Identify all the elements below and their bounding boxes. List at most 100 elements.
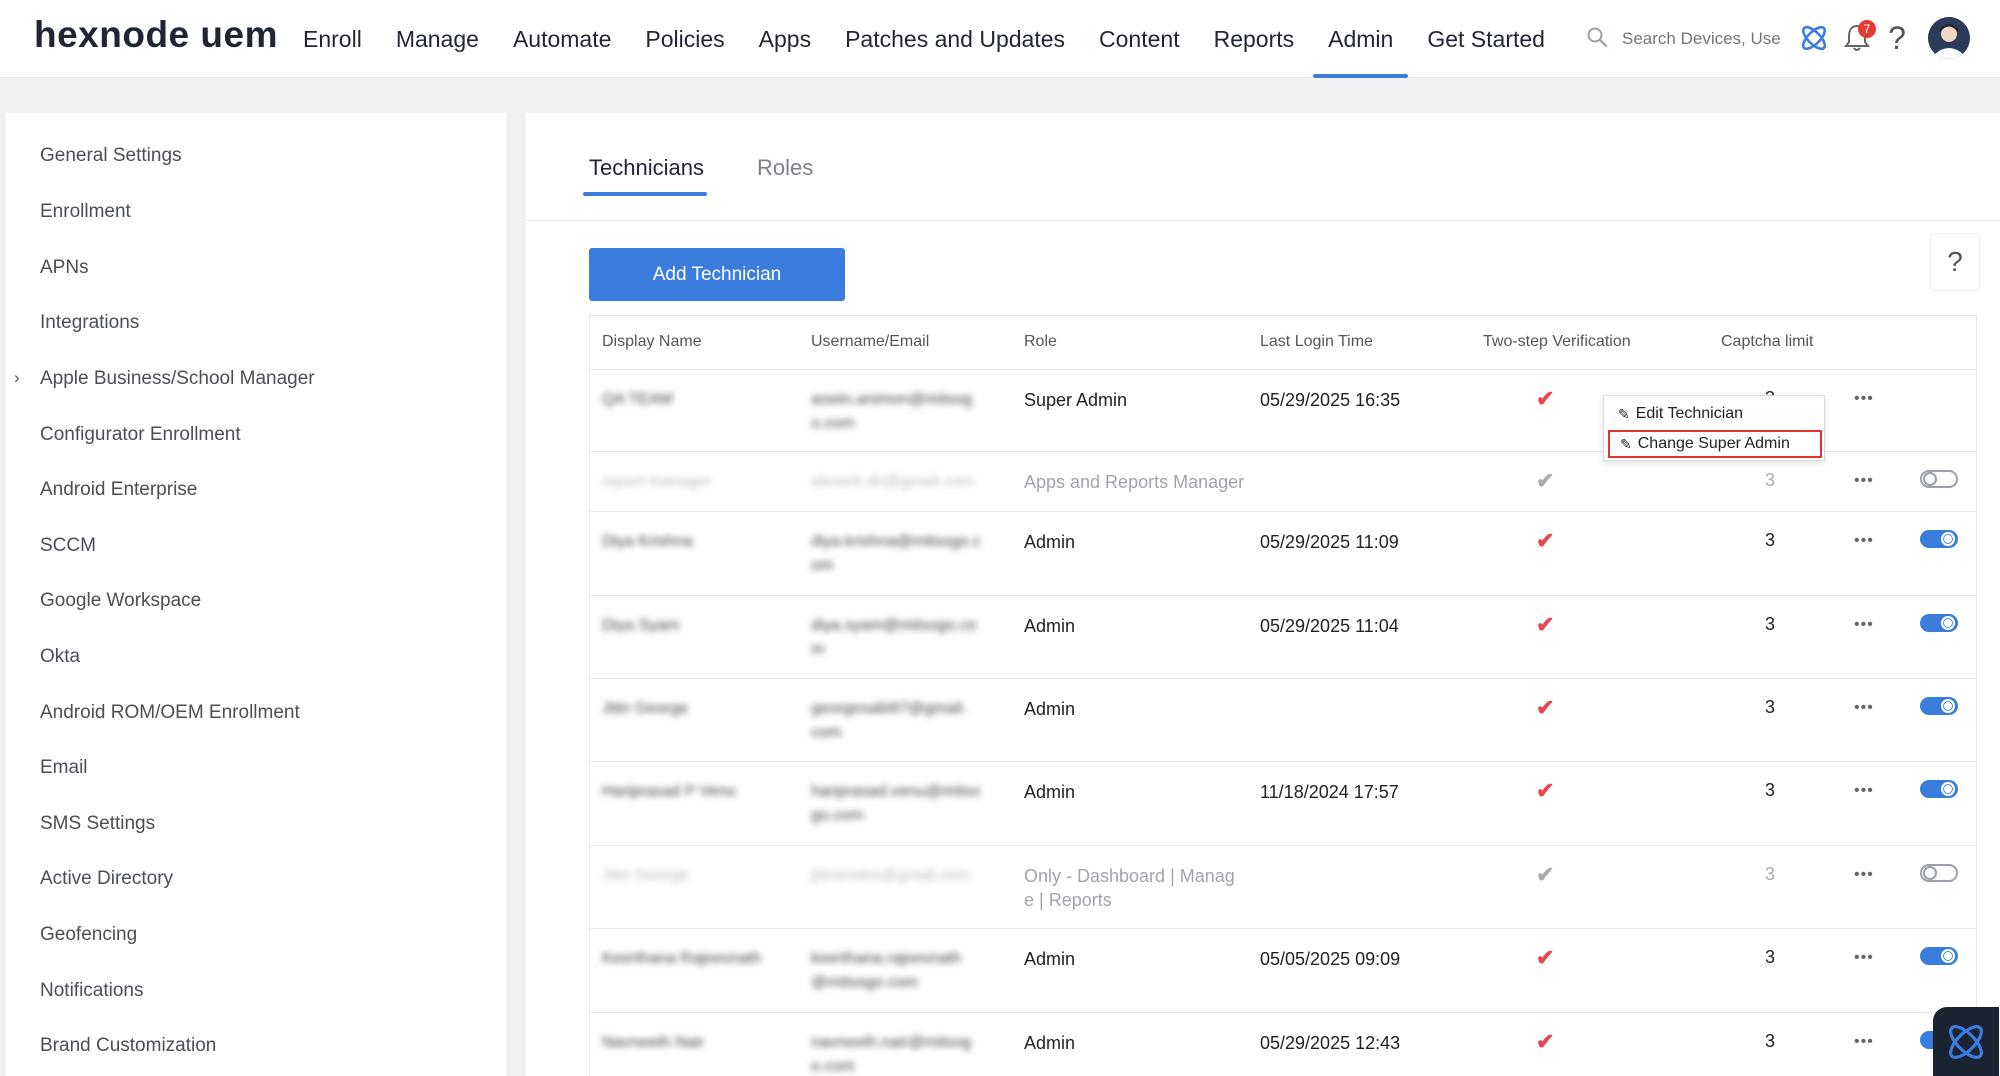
sidebar-item-enrollment[interactable]: Enrollment	[40, 201, 131, 223]
sidebar-item-sccm[interactable]: SCCM	[40, 535, 96, 557]
check-icon: ✔	[1536, 778, 1555, 803]
nav-get-started[interactable]: Get Started	[1410, 0, 1562, 78]
status-toggle[interactable]	[1920, 470, 1958, 488]
sidebar-item-brand-customization[interactable]: Brand Customization	[40, 1035, 216, 1057]
table-row[interactable]: Diya Syam diya.syam@mitsogo.co m Admin 05/29…	[590, 596, 1976, 679]
more-actions-icon[interactable]: •••	[1854, 699, 1874, 717]
table-row[interactable]: Jitin George jitinsmiles@gmail.com Only - …	[590, 846, 1976, 929]
last-login-cell: 05/29/2025 12:43	[1260, 1033, 1401, 1053]
nav-admin[interactable]: Admin	[1311, 0, 1410, 78]
header-last-login-time[interactable]: Last Login Time	[1260, 333, 1373, 351]
role-cell: Admin	[1024, 616, 1076, 636]
email-cell-line: aswin.animon@mitsog	[811, 391, 973, 408]
table-row[interactable]: Keerthana Rajeevnath keerthana.rajeevnath…	[590, 929, 1976, 1013]
status-toggle[interactable]	[1920, 614, 1958, 632]
email-cell-line: keerthana.rajeevnath	[811, 950, 962, 967]
status-toggle[interactable]	[1920, 780, 1958, 798]
sidebar-item-sms-settings[interactable]: SMS Settings	[40, 813, 155, 835]
captcha-limit-cell: 3	[1765, 530, 1776, 550]
more-actions-icon[interactable]: •••	[1854, 532, 1874, 550]
header-two-step-verification[interactable]: Two-step Verification	[1483, 333, 1631, 351]
nav-manage[interactable]: Manage	[379, 0, 496, 78]
email-cell-line: @mitsogo.com	[811, 974, 918, 991]
nav-enroll[interactable]: Enroll	[286, 0, 379, 78]
sidebar-item-notifications[interactable]: Notifications	[40, 980, 144, 1002]
table-row[interactable]: report manager alexerk.dn@gmail.com Apps a…	[590, 452, 1976, 512]
header-display-name[interactable]: Display Name	[602, 333, 702, 351]
email-cell-line: navneeth.nair@mitsog	[811, 1034, 972, 1051]
nav-patches-and-updates[interactable]: Patches and Updates	[828, 0, 1082, 78]
table-row[interactable]: Jitin George georgesabi97@gmail. com Admin ✔…	[590, 679, 1976, 762]
email-cell-line: georgesabi97@gmail.	[811, 700, 967, 717]
hexnode-assistant-icon[interactable]	[1933, 1007, 1999, 1076]
sidebar-item-geofencing[interactable]: Geofencing	[40, 924, 137, 946]
table-row[interactable]: Navneeth Nair navneeth.nair@mitsog o.com Ad…	[590, 1013, 1976, 1076]
email-cell-line: om	[811, 557, 834, 574]
global-search[interactable]	[1586, 22, 1782, 56]
nav-automate[interactable]: Automate	[496, 0, 628, 78]
more-actions-icon[interactable]: •••	[1854, 782, 1874, 800]
status-toggle[interactable]	[1920, 530, 1958, 548]
role-cell: Admin	[1024, 949, 1076, 969]
nav-reports[interactable]: Reports	[1197, 0, 1312, 78]
status-toggle[interactable]	[1920, 864, 1958, 882]
table-row[interactable]: Hariprasad P Venu hariprasad.venu@mitso go…	[590, 762, 1976, 846]
help-icon[interactable]: ?	[1878, 18, 1916, 58]
more-actions-icon[interactable]: •••	[1854, 472, 1874, 490]
sidebar-item-apns[interactable]: APNs	[40, 257, 89, 279]
sidebar-item-google-workspace[interactable]: Google Workspace	[40, 590, 201, 612]
search-input[interactable]	[1622, 29, 1782, 49]
add-technician-button[interactable]: Add Technician	[589, 248, 845, 301]
user-avatar[interactable]	[1928, 17, 1970, 59]
pencil-icon: ✎	[1620, 435, 1632, 452]
sidebar-item-active-directory[interactable]: Active Directory	[40, 868, 173, 890]
sidebar-item-apple-business-school-manager[interactable]: Apple Business/School Manager	[40, 368, 315, 390]
table-row[interactable]: Diya Krishna diya.krishna@mitsogo.c om Admi…	[590, 512, 1976, 596]
tab-roles[interactable]: Roles	[757, 155, 813, 181]
display-name-cell: Diya Syam	[602, 617, 680, 634]
header-username-email[interactable]: Username/Email	[811, 333, 929, 351]
hexnode-logo[interactable]: hexnode uem	[34, 14, 278, 56]
email-cell-line: alexerk.dn@gmail.com	[811, 473, 974, 490]
toggle-knob	[1923, 472, 1937, 486]
change-super-admin-menu-item[interactable]: ✎ Change Super Admin	[1608, 430, 1822, 458]
nav-apps[interactable]: Apps	[742, 0, 828, 78]
status-toggle[interactable]	[1920, 947, 1958, 965]
sidebar-item-email[interactable]: Email	[40, 757, 88, 779]
tab-technicians[interactable]: Technicians	[589, 155, 704, 181]
display-name-cell: Hariprasad P Venu	[602, 783, 737, 800]
header-captcha-limit[interactable]: Captcha limit	[1721, 333, 1813, 351]
email-cell-line: hariprasad.venu@mitso	[811, 783, 981, 800]
captcha-limit-cell: 3	[1765, 780, 1776, 800]
more-actions-icon[interactable]: •••	[1854, 949, 1874, 967]
notification-bell-icon[interactable]: 7	[1838, 18, 1876, 58]
nav-policies[interactable]: Policies	[628, 0, 741, 78]
help-button[interactable]: ?	[1930, 233, 1980, 291]
sidebar-item-android-rom-oem-enrollment[interactable]: Android ROM/OEM Enrollment	[40, 702, 300, 724]
sidebar-item-okta[interactable]: Okta	[40, 646, 80, 668]
nav-content[interactable]: Content	[1082, 0, 1197, 78]
sidebar-item-general-settings[interactable]: General Settings	[40, 145, 182, 167]
sidebar-item-android-enterprise[interactable]: Android Enterprise	[40, 479, 197, 501]
active-tab-indicator	[583, 192, 707, 196]
check-icon: ✔	[1536, 468, 1555, 493]
more-actions-icon[interactable]: •••	[1854, 616, 1874, 634]
header-role[interactable]: Role	[1024, 333, 1057, 351]
last-login-cell: 05/29/2025 11:09	[1260, 532, 1399, 552]
chevron-right-icon[interactable]: ›	[14, 368, 20, 388]
more-actions-icon[interactable]: •••	[1854, 1033, 1874, 1051]
email-cell-line: go.com	[811, 807, 864, 824]
display-name-cell: Keerthana Rajeevnath	[602, 950, 762, 967]
captcha-limit-cell: 3	[1765, 1031, 1776, 1051]
sidebar-item-configurator-enrollment[interactable]: Configurator Enrollment	[40, 424, 241, 446]
edit-technician-menu-item[interactable]: ✎ Edit Technician	[1608, 400, 1822, 428]
role-cell: Super Admin	[1024, 390, 1128, 410]
more-actions-icon[interactable]: •••	[1854, 390, 1874, 408]
hexnode-app-icon[interactable]	[1795, 18, 1833, 58]
email-cell-line: com	[811, 724, 842, 741]
role-cell-line: Only - Dashboard | Manag	[1024, 866, 1235, 886]
more-actions-icon[interactable]: •••	[1854, 866, 1874, 884]
last-login-cell: 05/29/2025 11:04	[1260, 616, 1399, 636]
sidebar-item-integrations[interactable]: Integrations	[40, 312, 139, 334]
status-toggle[interactable]	[1920, 697, 1958, 715]
